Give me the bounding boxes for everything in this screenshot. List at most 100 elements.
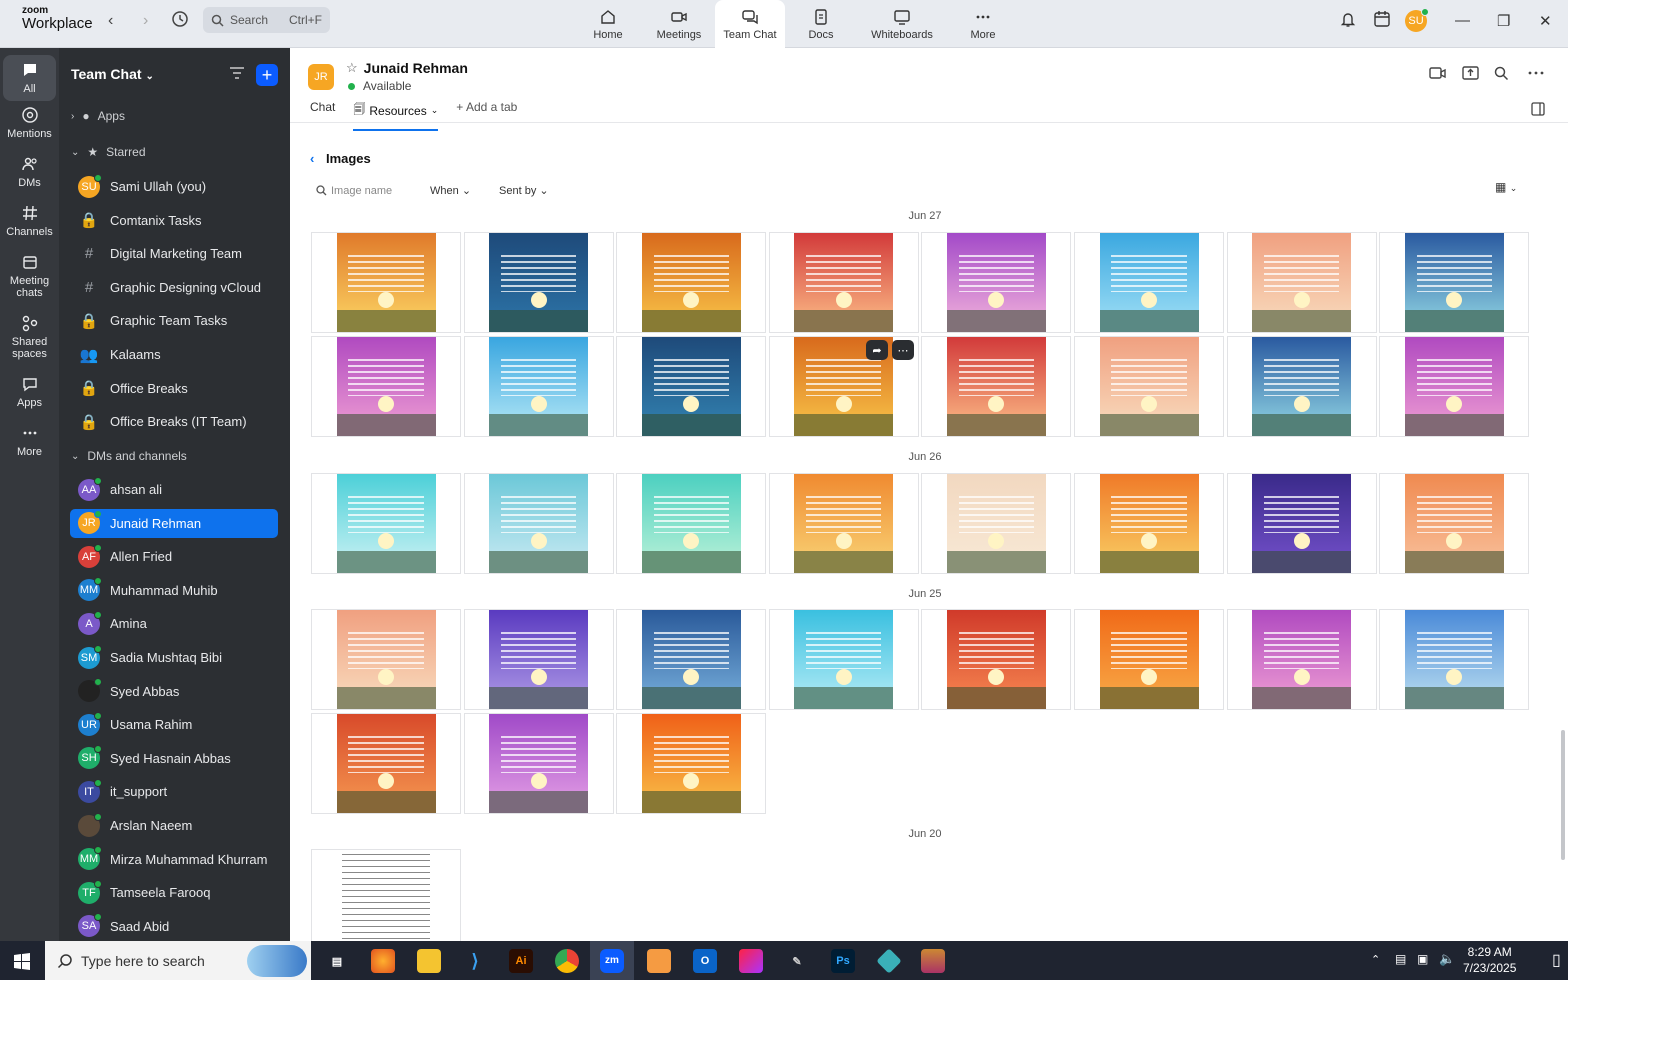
pen-tool-icon[interactable]: ✎ (785, 949, 809, 973)
add-tab-button[interactable]: + Add a tab (456, 100, 517, 131)
image-thumbnail[interactable] (616, 232, 767, 333)
tab-meetings[interactable]: Meetings (644, 0, 714, 48)
image-thumbnail[interactable] (463, 609, 614, 710)
history-icon[interactable] (171, 10, 189, 33)
profile-avatar[interactable]: SU (1405, 8, 1429, 32)
show-hidden-icons-icon[interactable]: ⌃ (1371, 953, 1380, 966)
tab-home[interactable]: Home (573, 0, 643, 48)
dm-item[interactable]: AF Allen Fried (70, 542, 278, 571)
dm-item[interactable]: MM Mirza Muhammad Khurram (70, 845, 278, 874)
file-explorer-icon[interactable] (417, 949, 441, 973)
more-options-icon[interactable] (1528, 66, 1544, 80)
tab-chat[interactable]: Chat (310, 100, 335, 131)
images-back-link[interactable]: ‹ Images (310, 151, 371, 166)
rail-mentions[interactable]: Mentions (0, 106, 59, 140)
image-thumbnail[interactable] (616, 609, 767, 710)
starred-item[interactable]: 🔒 Office Breaks (70, 374, 278, 403)
dm-item[interactable]: UR Usama Rahim (70, 710, 278, 739)
dm-item[interactable]: JR Junaid Rehman (70, 508, 278, 538)
new-chat-button[interactable]: + (256, 64, 278, 86)
dm-item[interactable]: SA Saad Abid (70, 912, 278, 941)
dm-item[interactable]: MM Muhammad Muhib (70, 576, 278, 605)
image-thumbnail[interactable] (311, 336, 461, 437)
rail-apps[interactable]: Apps (0, 375, 59, 409)
filter-sent-by[interactable]: Sent by ⌄ (499, 184, 549, 197)
image-thumbnail[interactable] (1226, 473, 1377, 574)
image-thumbnail[interactable] (616, 473, 767, 574)
back-arrow-icon[interactable]: ‹ (108, 12, 113, 30)
image-thumbnail[interactable] (311, 232, 461, 333)
image-thumbnail[interactable] (463, 336, 614, 437)
section-starred[interactable]: ⌄ ★ Starred (71, 145, 146, 159)
video-call-icon[interactable] (1429, 66, 1447, 80)
image-thumbnail[interactable] (1379, 232, 1530, 333)
starred-item[interactable]: # Digital Marketing Team (70, 239, 278, 268)
filter-icon[interactable] (229, 66, 245, 83)
dm-item[interactable]: SH Syed Hasnain Abbas (70, 744, 278, 773)
app-grid-icon[interactable] (647, 949, 671, 973)
close-button[interactable]: ✕ (1539, 12, 1552, 30)
image-thumbnail[interactable] (1226, 609, 1377, 710)
starred-item[interactable]: 👥 Kalaams (70, 340, 278, 369)
share-image-icon[interactable]: ➦ (866, 340, 888, 360)
volume-icon[interactable]: 🔈 (1439, 951, 1455, 967)
image-name-search[interactable]: Image name (316, 185, 416, 197)
image-thumbnail[interactable] (1226, 232, 1377, 333)
tab-more[interactable]: More (948, 0, 1018, 48)
task-view-icon[interactable]: ▤ (325, 949, 349, 973)
outlook-icon[interactable]: O (693, 949, 717, 973)
image-thumbnail[interactable] (921, 473, 1072, 574)
image-thumbnail[interactable] (768, 609, 919, 710)
search-input[interactable]: Search Ctrl+F (203, 7, 330, 33)
image-thumbnail[interactable] (311, 473, 461, 574)
dm-item[interactable]: SM Sadia Mushtaq Bibi (70, 643, 278, 672)
taskbar-search[interactable]: Type here to search (45, 941, 311, 980)
image-thumbnail[interactable] (463, 713, 614, 814)
image-thumbnail[interactable] (1074, 336, 1224, 437)
image-thumbnail[interactable] (921, 232, 1072, 333)
rail-meeting-chats[interactable]: Meeting chats (0, 253, 59, 299)
image-thumbnail[interactable] (311, 609, 461, 710)
display-icon[interactable]: ▣ (1417, 952, 1428, 966)
forward-arrow-icon[interactable]: › (143, 12, 148, 30)
minimize-button[interactable]: — (1455, 12, 1470, 29)
chat-search-icon[interactable] (1494, 66, 1509, 81)
image-more-icon[interactable]: ⋯ (892, 340, 914, 360)
dm-item[interactable]: IT it_support (70, 777, 278, 806)
winrar-icon[interactable] (921, 949, 945, 973)
filter-when[interactable]: When ⌄ (430, 184, 471, 197)
starred-item[interactable]: SU Sami Ullah (you) (70, 172, 278, 201)
star-icon[interactable]: ☆ (346, 60, 358, 76)
grid-view-toggle[interactable]: ▦ ⌄ (1495, 180, 1517, 194)
image-thumbnail[interactable] (1379, 473, 1530, 574)
image-thumbnail[interactable] (616, 336, 767, 437)
image-thumbnail[interactable] (1226, 336, 1377, 437)
scrollbar[interactable] (1561, 730, 1565, 860)
dm-item[interactable]: Arslan Naeem (70, 811, 278, 840)
starred-item[interactable]: 🔒 Graphic Team Tasks (70, 306, 278, 335)
image-thumbnail[interactable] (768, 232, 919, 333)
dm-item[interactable]: TF Tamseela Farooq (70, 878, 278, 907)
illustrator-icon[interactable]: Ai (509, 949, 533, 973)
starred-item[interactable]: 🔒 Office Breaks (IT Team) (70, 407, 278, 436)
rail-shared-spaces[interactable]: Shared spaces (0, 314, 59, 360)
tab-resources[interactable]: 🗐 Resources ⌄ (353, 100, 439, 131)
image-thumbnail[interactable] (463, 473, 614, 574)
contact-avatar[interactable]: JR (308, 63, 334, 90)
firefox-icon[interactable] (371, 949, 395, 973)
contact-name[interactable]: Junaid Rehman (364, 60, 468, 76)
notifications-bell-icon[interactable] (1339, 10, 1357, 28)
photoshop-icon[interactable]: Ps (831, 949, 855, 973)
tab-whiteboards[interactable]: Whiteboards (857, 0, 947, 48)
image-thumbnail[interactable] (921, 336, 1072, 437)
rail-more[interactable]: More (0, 424, 59, 458)
rail-dms[interactable]: DMs (0, 155, 59, 189)
vscode-icon[interactable]: ⟩ (463, 949, 487, 973)
image-thumbnail[interactable] (1074, 609, 1224, 710)
maximize-button[interactable]: ❐ (1497, 12, 1510, 30)
image-thumbnail[interactable] (1379, 609, 1530, 710)
starred-item[interactable]: 🔒 Comtanix Tasks (70, 206, 278, 235)
tab-team-chat[interactable]: Team Chat (715, 0, 785, 49)
calendar-app-icon[interactable] (1373, 10, 1391, 28)
image-thumbnail[interactable] (463, 232, 614, 333)
